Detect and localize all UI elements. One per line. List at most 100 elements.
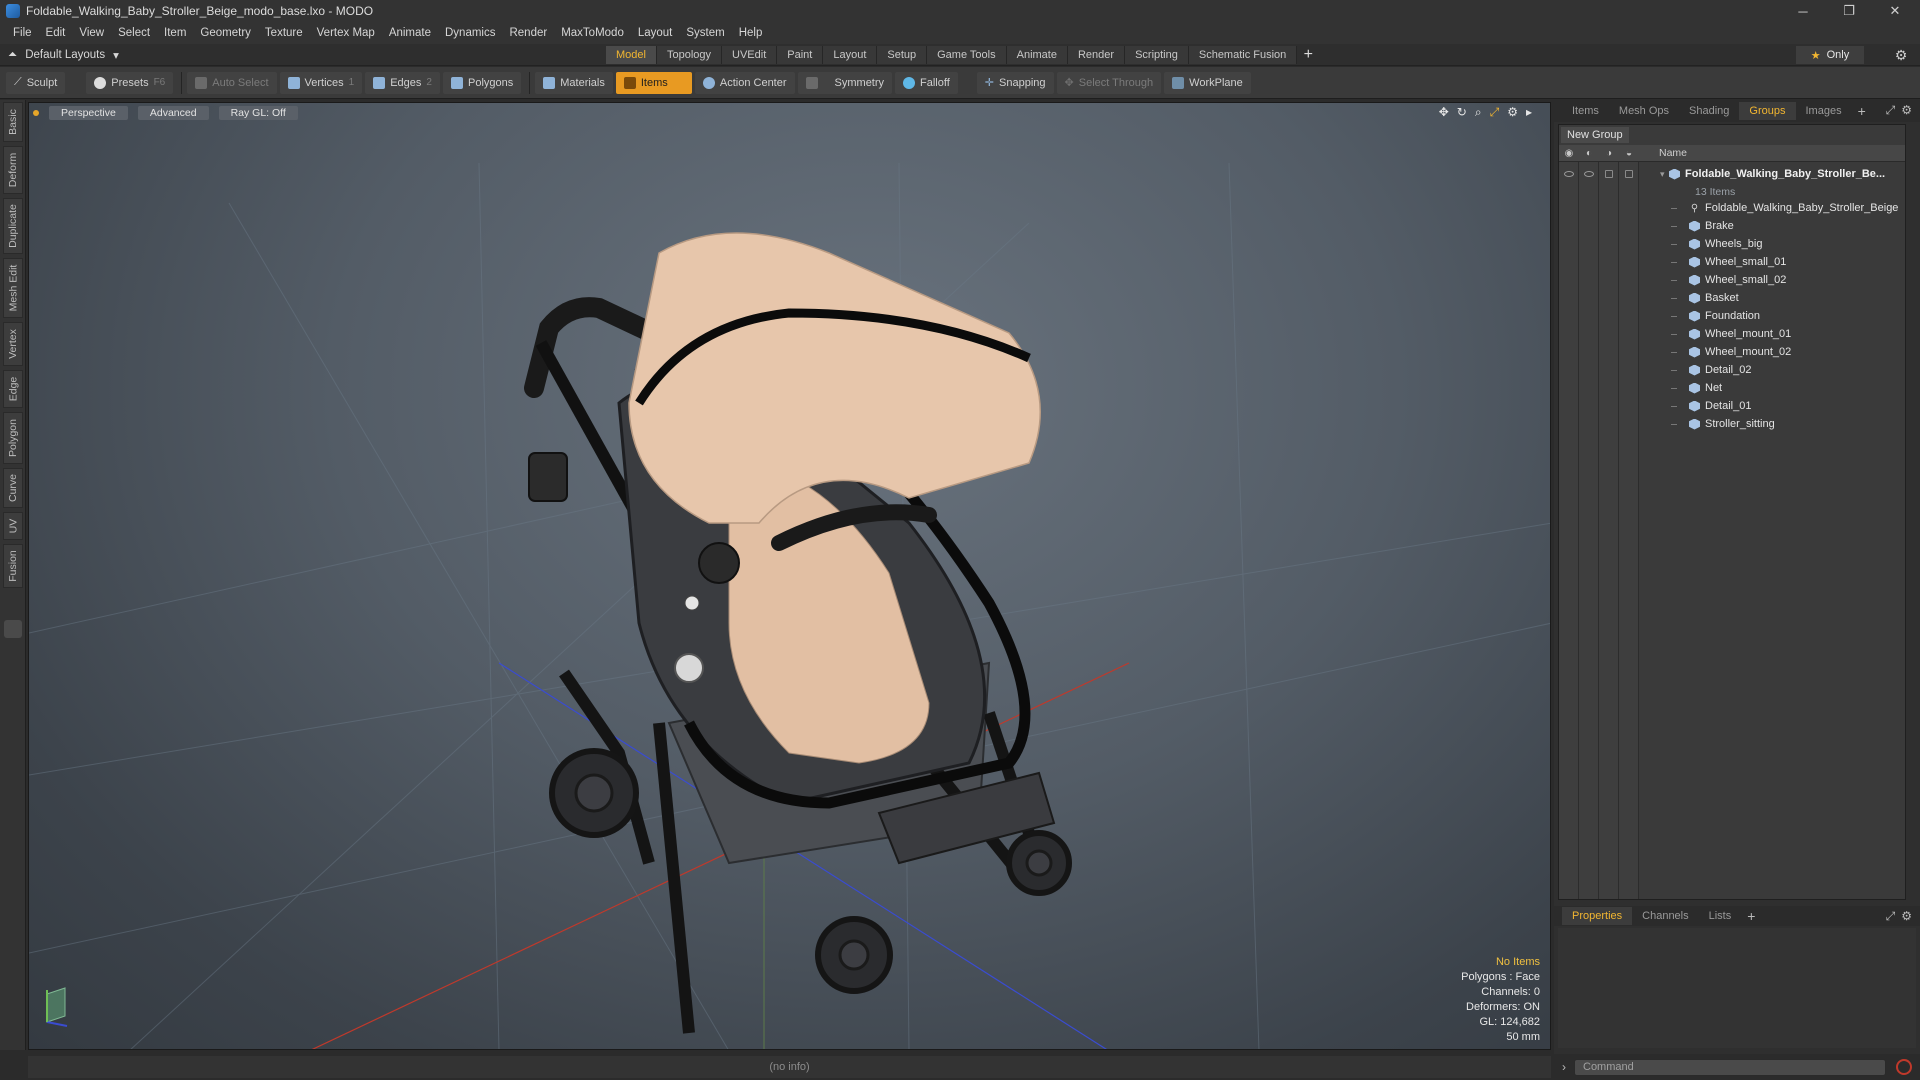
action-center-button[interactable]: Action Center (694, 71, 795, 94)
group-item-row[interactable]: Stroller_sitting (1559, 415, 1905, 433)
edges-button[interactable]: Edges 2 (365, 71, 440, 94)
group-row[interactable]: ▾ Foldable_Walking_Baby_Stroller_Be... (1559, 163, 1905, 185)
expand-arrow-icon[interactable]: ▸ (1526, 105, 1532, 120)
tab-groups[interactable]: Groups (1739, 102, 1796, 120)
menu-geometry[interactable]: Geometry (193, 27, 258, 39)
workplane-button[interactable]: WorkPlane (1164, 71, 1251, 94)
tab-scripting[interactable]: Scripting (1125, 46, 1189, 64)
render-column-icon[interactable]: ◐ (1579, 148, 1599, 159)
menu-view[interactable]: View (72, 27, 111, 39)
menu-select[interactable]: Select (111, 27, 157, 39)
tab-paint[interactable]: Paint (777, 46, 824, 64)
maximize-panel-icon[interactable]: ⤢ (1886, 103, 1896, 118)
tab-channels[interactable]: Channels (1632, 907, 1698, 925)
group-item-row[interactable]: Basket (1559, 289, 1905, 307)
zoom-icon[interactable]: ⌕ (1475, 105, 1482, 120)
stroller-model[interactable] (524, 232, 1072, 1034)
group-item-row[interactable]: Brake (1559, 217, 1905, 235)
palette-toggle-icon[interactable] (4, 620, 22, 638)
close-button[interactable]: ✕ (1872, 0, 1918, 22)
group-item-row[interactable]: Foundation (1559, 307, 1905, 325)
tab-layout[interactable]: Layout (823, 46, 878, 64)
vtab-mesh-edit[interactable]: Mesh Edit (3, 258, 23, 318)
select-column-icon[interactable]: ◒ (1619, 148, 1639, 159)
menu-texture[interactable]: Texture (258, 27, 310, 39)
select-through-button[interactable]: ✥ Select Through (1056, 71, 1162, 94)
add-tab-icon[interactable]: + (1852, 103, 1872, 119)
vtab-duplicate[interactable]: Duplicate (3, 198, 23, 254)
vtab-vertex[interactable]: Vertex (3, 322, 23, 366)
vtab-polygon[interactable]: Polygon (3, 412, 23, 464)
panel-settings-icon[interactable]: ⚙ (1901, 103, 1912, 118)
visibility-toggle[interactable] (1559, 165, 1579, 183)
menu-vertex-map[interactable]: Vertex Map (310, 27, 382, 39)
vtab-uv[interactable]: UV (3, 512, 23, 540)
group-item-row[interactable]: Wheel_small_01 (1559, 253, 1905, 271)
menu-edit[interactable]: Edit (39, 27, 73, 39)
tab-mesh-ops[interactable]: Mesh Ops (1609, 102, 1679, 120)
gear-icon[interactable]: ⚙ (1892, 46, 1910, 64)
vtab-deform[interactable]: Deform (3, 146, 23, 194)
lock-toggle[interactable] (1599, 165, 1619, 183)
menu-layout[interactable]: Layout (631, 27, 680, 39)
tab-images[interactable]: Images (1796, 102, 1852, 120)
maximize-panel-icon[interactable]: ⤢ (1886, 909, 1896, 924)
presets-button[interactable]: Presets F6 (86, 71, 174, 94)
view-mode-dropdown[interactable]: Perspective (49, 106, 128, 120)
viewport-menu-icon[interactable] (33, 110, 39, 116)
polygons-button[interactable]: Polygons (442, 71, 522, 94)
vtab-edge[interactable]: Edge (3, 370, 23, 408)
group-item-row[interactable]: Wheel_mount_01 (1559, 325, 1905, 343)
name-column-header[interactable]: Name (1659, 147, 1687, 159)
vtab-curve[interactable]: Curve (3, 468, 23, 508)
tab-properties[interactable]: Properties (1562, 907, 1633, 925)
auto-select-button[interactable]: Auto Select (187, 71, 277, 94)
expand-caret-icon[interactable]: ▾ (1660, 169, 1665, 180)
tab-topology[interactable]: Topology (656, 46, 723, 64)
falloff-button[interactable]: Falloff (895, 71, 958, 94)
tab-items[interactable]: Items (1562, 102, 1609, 120)
add-tab-icon[interactable]: + (1741, 908, 1761, 924)
symmetry-button[interactable]: Symmetry (797, 71, 893, 94)
raygl-toggle[interactable]: Ray GL: Off (218, 106, 298, 120)
new-group-button[interactable]: New Group (1561, 127, 1629, 143)
visibility-column-icon[interactable]: ◉ (1559, 148, 1579, 159)
snapping-button[interactable]: ✛ Snapping (976, 71, 1054, 94)
rotate-icon[interactable]: ↻ (1457, 105, 1467, 120)
only-toggle[interactable]: ★ Only (1796, 46, 1864, 64)
vtab-basic[interactable]: Basic (3, 102, 23, 142)
layouts-dropdown[interactable]: ⏶ Default Layouts ▾ (8, 47, 119, 63)
group-item-row[interactable]: ⚲ Foldable_Walking_Baby_Stroller_Beige (1559, 199, 1905, 217)
restore-button[interactable]: ❐ (1826, 0, 1872, 22)
fit-icon[interactable]: ⤢ (1490, 105, 1500, 120)
minimize-button[interactable]: ─ (1780, 0, 1826, 22)
group-item-row[interactable]: Wheel_mount_02 (1559, 343, 1905, 361)
record-macro-icon[interactable] (1896, 1059, 1912, 1075)
menu-file[interactable]: File (6, 27, 39, 39)
command-history-icon[interactable]: › (1554, 1060, 1574, 1074)
pan-icon[interactable]: ✥ (1439, 105, 1449, 120)
tab-render[interactable]: Render (1067, 46, 1126, 64)
materials-button[interactable]: Materials (535, 71, 613, 94)
render-toggle[interactable] (1579, 165, 1599, 183)
menu-animate[interactable]: Animate (382, 27, 438, 39)
group-item-row[interactable]: Wheels_big (1559, 235, 1905, 253)
menu-render[interactable]: Render (502, 27, 554, 39)
menu-dynamics[interactable]: Dynamics (438, 27, 502, 39)
3d-viewport[interactable]: Perspective Advanced Ray GL: Off ✥ ↻ ⌕ ⤢… (28, 102, 1551, 1050)
group-item-row[interactable]: Net (1559, 379, 1905, 397)
group-item-row[interactable]: Wheel_small_02 (1559, 271, 1905, 289)
tab-model[interactable]: Model (606, 46, 657, 64)
sculpt-button[interactable]: ⟋ Sculpt (6, 71, 66, 94)
vertices-button[interactable]: Vertices 1 (279, 71, 363, 94)
panel-settings-icon[interactable]: ⚙ (1901, 909, 1912, 924)
group-item-row[interactable]: Detail_02 (1559, 361, 1905, 379)
menu-maxtomodo[interactable]: MaxToModo (554, 27, 631, 39)
menu-help[interactable]: Help (732, 27, 770, 39)
items-button[interactable]: Items (615, 71, 692, 94)
menu-system[interactable]: System (679, 27, 731, 39)
tab-uvedit[interactable]: UVEdit (722, 46, 778, 64)
command-input[interactable] (1574, 1058, 1886, 1076)
lock-column-icon[interactable]: ◑ (1599, 148, 1619, 159)
menu-item[interactable]: Item (157, 27, 193, 39)
